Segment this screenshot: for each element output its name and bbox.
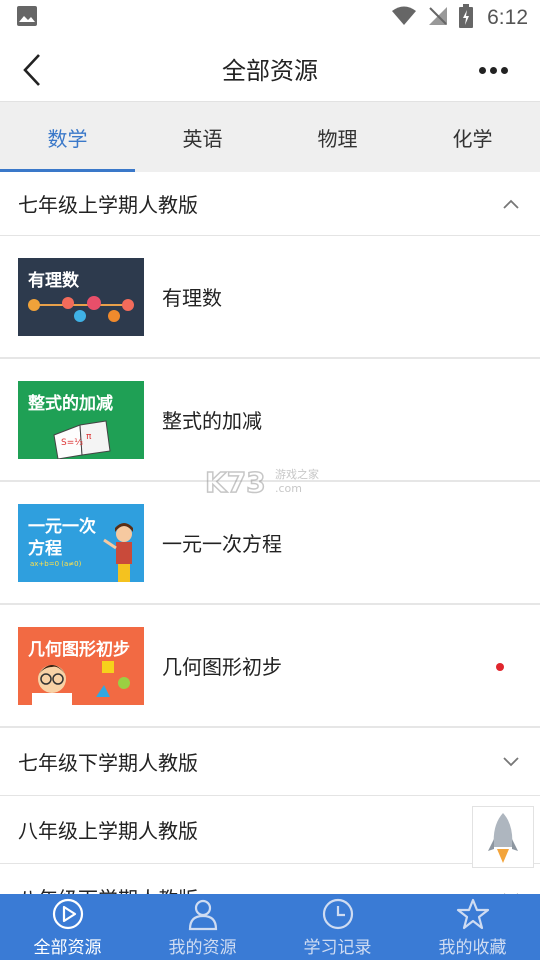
nav-my-resources[interactable]: 我的资源 (135, 894, 270, 960)
item-title: 一元一次方程 (162, 532, 282, 556)
nav-label: 学习记录 (303, 937, 372, 958)
back-button[interactable] (14, 52, 50, 88)
chevron-up-icon (500, 193, 522, 215)
tab-english[interactable]: 英语 (135, 102, 270, 172)
chevron-left-icon (23, 54, 40, 86)
nav-label: 我的资源 (168, 937, 237, 958)
chevron-down-icon (500, 887, 522, 894)
battery-charging-icon (459, 4, 474, 32)
thumbnail-linear-equation: 一元一次 方程 ax+b=0 (a≠0) (18, 503, 144, 582)
back-to-top-button[interactable] (472, 806, 534, 868)
svg-text:S=⅓: S=⅓ (61, 438, 83, 448)
group-header-grade7-second[interactable]: 七年级下学期人教版 (0, 728, 540, 796)
star-icon (456, 898, 489, 929)
nav-study-history[interactable]: 学习记录 (270, 894, 405, 960)
bottom-navigation: 全部资源 我的资源 学习记录 我的收藏 (0, 894, 540, 960)
group-label: 七年级上学期人教版 (18, 193, 198, 217)
teacher-illustration (103, 522, 133, 582)
list-item[interactable]: 整式的加减 S=⅓ π 整式的加减 (0, 359, 540, 482)
list-item[interactable]: 一元一次 方程 ax+b=0 (a≠0) 一元一次方程 (0, 482, 540, 605)
group-header-grade7-first[interactable]: 七年级上学期人教版 (0, 172, 540, 236)
status-time: 6:12 (487, 6, 528, 29)
nav-all-resources[interactable]: 全部资源 (0, 894, 135, 960)
resource-list: 七年级上学期人教版 有理数 有理数 整式的加减 S=⅓ π 整式的加减 一元一次… (0, 172, 540, 894)
tab-chemistry[interactable]: 化学 (405, 102, 540, 172)
book-illustration: S=⅓ π (53, 419, 111, 459)
item-title: 有理数 (162, 286, 222, 310)
item-title: 几何图形初步 (162, 655, 282, 679)
rocket-icon (488, 813, 518, 863)
tab-physics[interactable]: 物理 (270, 102, 405, 172)
list-item[interactable]: 有理数 有理数 (0, 236, 540, 359)
top-app-bar: 全部资源 (0, 36, 540, 102)
wifi-icon (391, 5, 417, 31)
no-signal-icon (427, 5, 449, 31)
subject-tabs: 数学 英语 物理 化学 (0, 102, 540, 172)
group-label: 七年级下学期人教版 (18, 751, 198, 775)
user-icon (188, 899, 217, 930)
list-item[interactable]: 几何图形初步 几何图形初步 (0, 605, 540, 728)
student-shapes-illustration (32, 660, 130, 705)
gallery-notification-icon (16, 5, 38, 31)
group-label: 八年级上学期人教版 (18, 819, 198, 843)
group-label: 八年级下学期人教版 (18, 883, 500, 894)
nav-label: 我的收藏 (438, 937, 507, 958)
play-circle-icon (52, 898, 83, 929)
tab-math[interactable]: 数学 (0, 102, 135, 172)
chevron-down-icon (500, 751, 522, 773)
more-dots-icon (478, 66, 486, 74)
nav-label: 全部资源 (33, 937, 102, 958)
group-header-grade8-first[interactable]: 八年级上学期人教版 (0, 796, 540, 864)
thumbnail-geometry: 几何图形初步 (18, 626, 144, 705)
page-title: 全部资源 (222, 57, 318, 85)
clock-icon (322, 898, 353, 929)
number-line-illustration (28, 295, 134, 322)
nav-my-favorites[interactable]: 我的收藏 (405, 894, 540, 960)
thumbnail-polynomial: 整式的加减 S=⅓ π (18, 380, 144, 459)
item-title: 整式的加减 (162, 409, 262, 433)
group-header-grade8-second[interactable]: 八年级下学期人教版 (0, 864, 540, 894)
more-options-button[interactable] (476, 58, 510, 82)
unread-dot (496, 663, 504, 671)
app-screen: 6:12 全部资源 数学 英语 物理 化学 七年级上学期人教版 有理数 有理数 … (0, 0, 540, 960)
status-bar: 6:12 (0, 0, 540, 36)
svg-text:π: π (86, 432, 92, 442)
thumbnail-rational-numbers: 有理数 (18, 257, 144, 336)
